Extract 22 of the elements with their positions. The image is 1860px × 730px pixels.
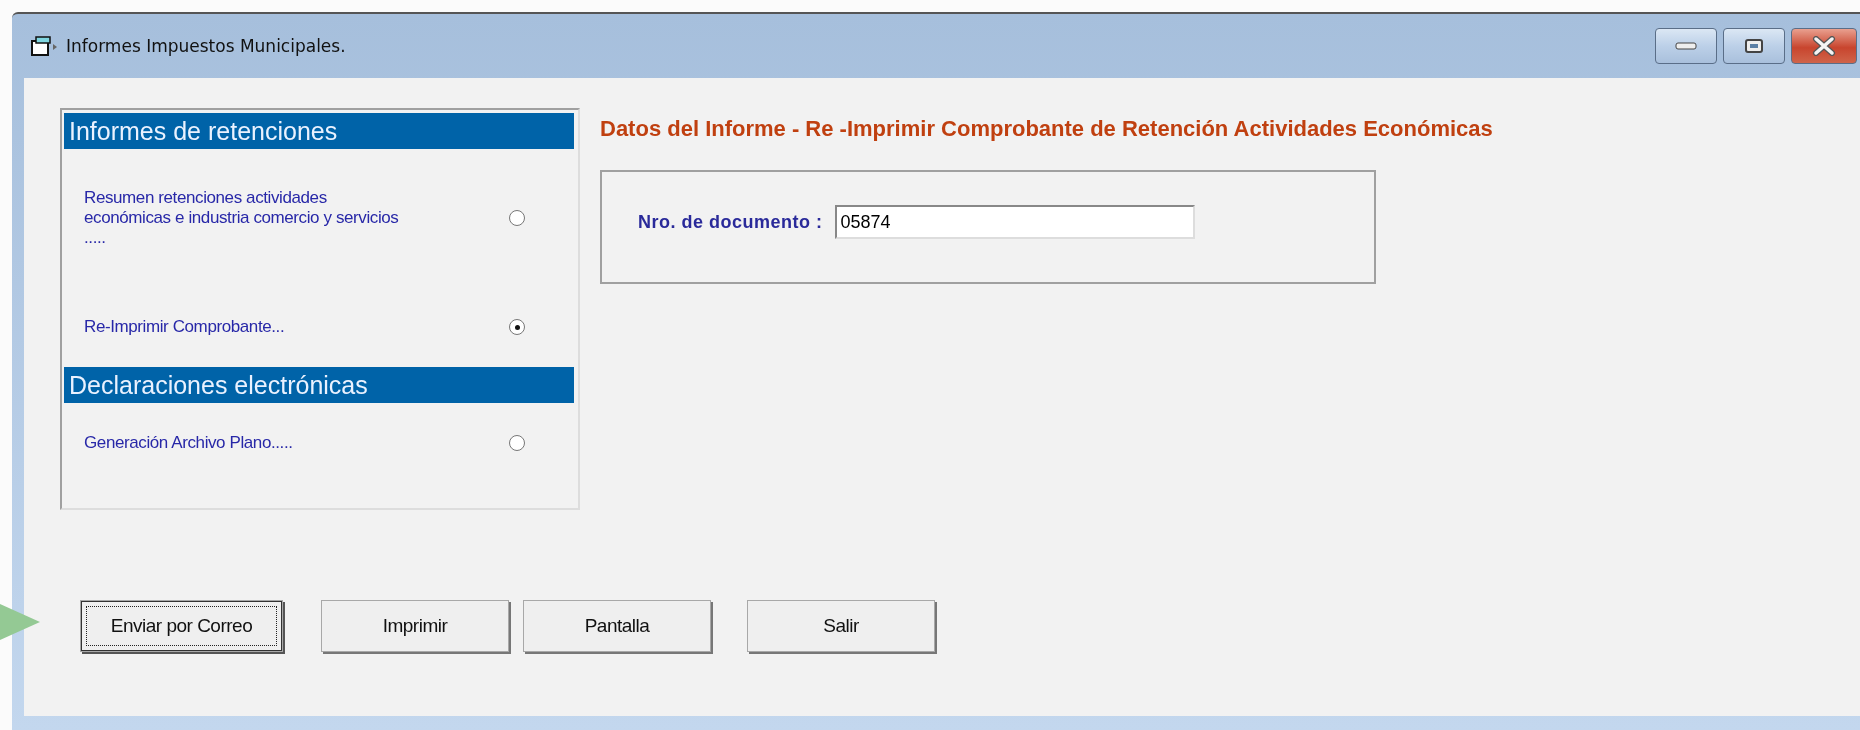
section-header: Informes de retenciones xyxy=(64,113,574,149)
field-label: Nro. de documento : xyxy=(638,211,823,233)
close-button[interactable] xyxy=(1791,28,1857,64)
option-label[interactable]: Resumen retenciones actividades económicas e industria comercio y servicios ..... xyxy=(84,188,404,248)
report-heading: Datos del Informe - Re -Imprimir Comprobante de Retención Actividades Económicas xyxy=(600,116,1493,142)
action-button[interactable]: Salir xyxy=(747,600,935,652)
option-label[interactable]: Re-Imprimir Comprobante... xyxy=(84,317,404,337)
section-header: Declaraciones electrónicas xyxy=(64,367,574,403)
maximize-icon xyxy=(1744,38,1764,54)
radio-button[interactable] xyxy=(509,319,525,335)
window-title: Informes Impuestos Municipales. xyxy=(66,36,346,56)
action-button[interactable]: Imprimir xyxy=(321,600,509,652)
action-button[interactable]: Pantalla xyxy=(523,600,711,652)
maximize-button[interactable] xyxy=(1723,28,1785,64)
radio-button[interactable] xyxy=(509,210,525,226)
document-number-field[interactable]: 05874 xyxy=(834,205,1195,239)
minimize-button[interactable] xyxy=(1655,28,1717,64)
radio-button[interactable] xyxy=(509,435,525,451)
close-icon xyxy=(1811,36,1837,56)
minimize-icon xyxy=(1675,42,1697,50)
action-button[interactable]: Enviar por Correo xyxy=(80,600,283,652)
option-label[interactable]: Generación Archivo Plano..... xyxy=(84,433,404,453)
